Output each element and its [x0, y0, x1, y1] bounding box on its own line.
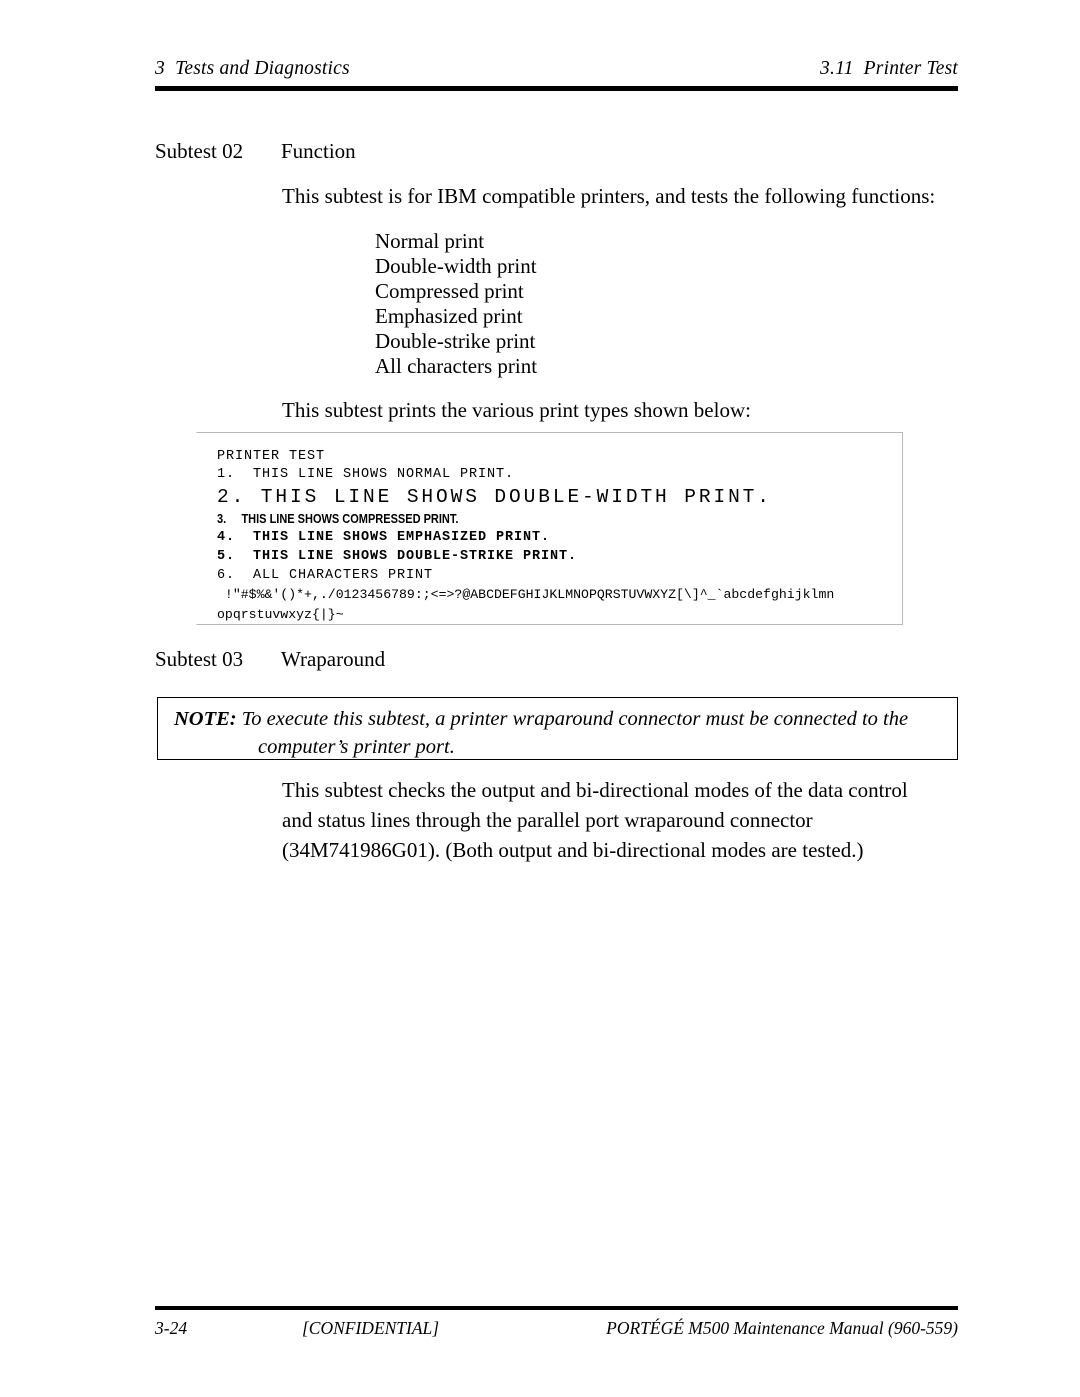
page-footer: 3-24 [CONFIDENTIAL] PORTÉGÉ M500 Mainten… — [155, 1318, 958, 1397]
list-item: Normal print — [375, 229, 485, 253]
footer-manual-title: PORTÉGÉ M500 Maintenance Manual (960-559… — [606, 1318, 958, 1338]
printer-output-line-double-width: 2. THIS LINE SHOWS DOUBLE-WIDTH PRINT. — [217, 486, 772, 508]
list-item: Double-strike print — [375, 328, 536, 353]
note-label: NOTE: — [174, 708, 237, 730]
list-item: Emphasized print — [375, 303, 523, 328]
list-item: All characters print — [375, 353, 538, 378]
printer-output-title: PRINTER TEST — [217, 449, 326, 464]
paragraph-line: and status lines through the parallel po… — [282, 808, 813, 833]
subtest-03-label: Subtest 03 — [155, 647, 244, 671]
note-callout-content: NOTE: To execute this subtest, a printer… — [174, 706, 947, 761]
printer-output-charset-line-1: !"#$%&'()*+,./0123456789:;<=>?@ABCDEFGHI… — [217, 587, 835, 602]
subtest-03-body-paragraph: This subtest checks the output and bi-di… — [282, 775, 972, 865]
subtest-02-outro-paragraph: This subtest prints the various print ty… — [282, 395, 962, 427]
printer-output-line-compressed: 3. THIS LINE SHOWS COMPRESSED PRINT. — [217, 512, 459, 526]
printer-output-line-all-characters: 6. ALL CHARACTERS PRINT — [217, 568, 434, 583]
subtest-02-intro-paragraph: This subtest is for IBM compatible print… — [282, 181, 962, 213]
footer-divider-rule — [155, 1306, 958, 1310]
print-type-list: Normal print Double-width print Compress… — [375, 229, 537, 379]
printer-output-line-double-strike: 5. THIS LINE SHOWS DOUBLE-STRIKE PRINT. — [217, 549, 578, 564]
list-item: Double-width print — [375, 253, 537, 278]
footer-page-number: 3-24 — [155, 1318, 188, 1338]
subtest-03-name: Wraparound — [281, 647, 386, 671]
paragraph-line: This subtest prints the various print ty… — [282, 398, 751, 422]
header-chapter-title: 3 Tests and Diagnostics — [155, 58, 350, 79]
paragraph-line: This subtest is for IBM compatible print… — [282, 184, 936, 208]
printer-output-line-normal: 1. THIS LINE SHOWS NORMAL PRINT. — [217, 467, 515, 482]
header-divider-rule — [155, 86, 958, 91]
paragraph-line: This subtest checks the output and bi-di… — [282, 778, 908, 802]
printer-output-box: PRINTER TEST 1. THIS LINE SHOWS NORMAL P… — [196, 432, 903, 625]
printer-output-line-emphasized: 4. THIS LINE SHOWS EMPHASIZED PRINT. — [217, 530, 551, 545]
subtest-02-heading: Subtest 02 Function — [155, 138, 356, 243]
printer-output-charset-line-2: opqrstuvwxyz{|}~ — [217, 607, 344, 622]
page-header: 3 Tests and Diagnostics 3.11 Printer Tes… — [155, 58, 958, 80]
subtest-02-name: Function — [281, 139, 356, 163]
list-item: Compressed print — [375, 278, 524, 303]
note-callout-box: NOTE: To execute this subtest, a printer… — [157, 697, 958, 760]
note-text-line-1: To execute this subtest, a printer wrapa… — [241, 708, 909, 730]
paragraph-line: (34M741986G01). (Both output and bi-dire… — [282, 838, 864, 863]
footer-confidential: [CONFIDENTIAL] — [302, 1318, 440, 1338]
header-section-title: 3.11 Printer Test — [820, 58, 958, 79]
note-text-line-2: computer’s printer port. — [258, 735, 455, 758]
document-page: 3 Tests and Diagnostics 3.11 Printer Tes… — [0, 0, 1080, 1397]
printer-output-content: PRINTER TEST 1. THIS LINE SHOWS NORMAL P… — [217, 448, 896, 625]
subtest-02-label: Subtest 02 — [155, 139, 244, 163]
